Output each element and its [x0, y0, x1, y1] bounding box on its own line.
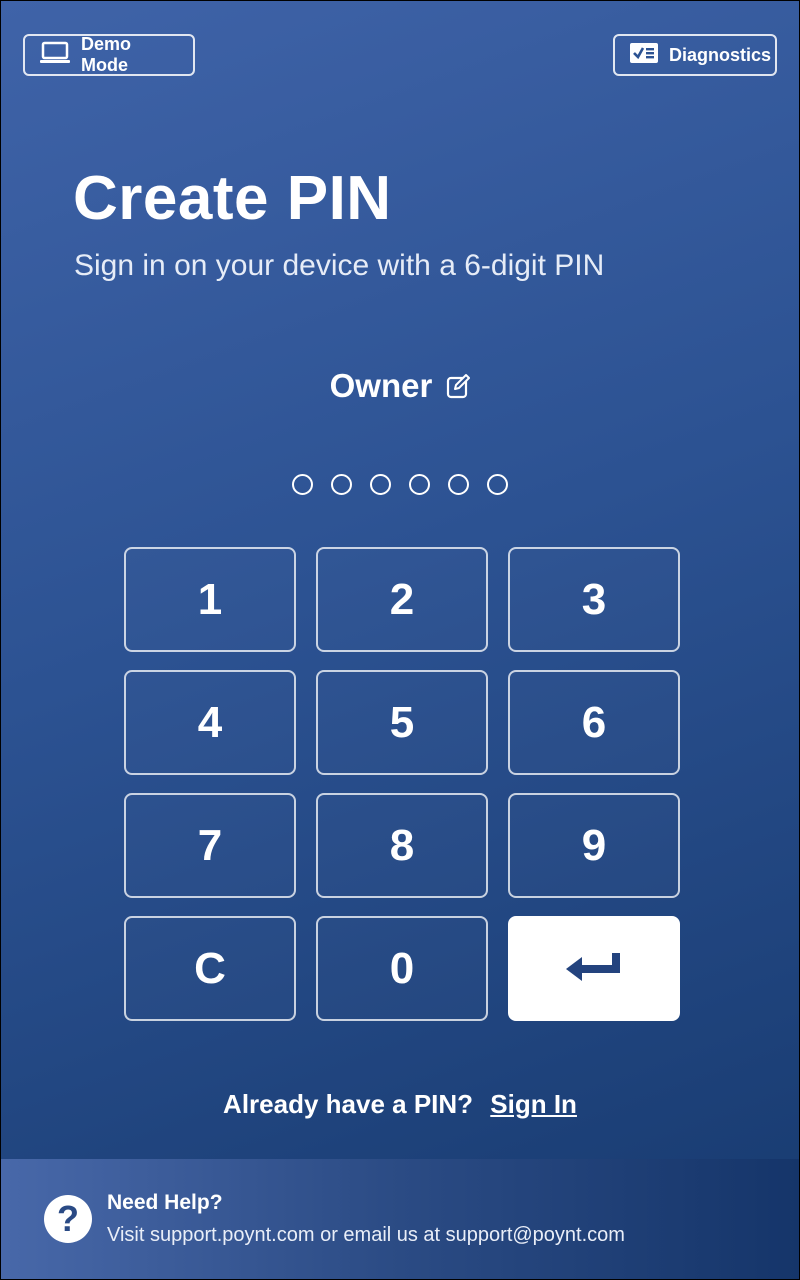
- key-3[interactable]: 3: [508, 547, 680, 652]
- demo-mode-label: Demo Mode: [81, 34, 132, 75]
- help-footer: ? Need Help? Visit support.poynt.com or …: [1, 1159, 799, 1279]
- question-icon: ?: [44, 1195, 92, 1243]
- key-6[interactable]: 6: [508, 670, 680, 775]
- diagnostics-label: Diagnostics: [669, 44, 772, 65]
- checklist-icon: [629, 42, 659, 69]
- page-title: Create PIN: [73, 164, 392, 233]
- enter-button[interactable]: [508, 916, 680, 1021]
- user-row: Owner: [1, 367, 799, 405]
- key-8[interactable]: 8: [316, 793, 488, 898]
- page-subtitle: Sign in on your device with a 6-digit PI…: [74, 249, 605, 282]
- pin-indicator: [1, 474, 799, 495]
- key-9[interactable]: 9: [508, 793, 680, 898]
- laptop-icon: [39, 41, 71, 70]
- pin-dot: [448, 474, 469, 495]
- edit-icon[interactable]: [446, 373, 471, 399]
- key-clear[interactable]: C: [124, 916, 296, 1021]
- enter-icon: [562, 949, 626, 989]
- signin-row: Already have a PIN? Sign In: [1, 1089, 799, 1120]
- keypad: 1 2 3 4 5 6 7 8 9 C 0: [124, 547, 680, 1021]
- key-7[interactable]: 7: [124, 793, 296, 898]
- sign-in-link[interactable]: Sign In: [490, 1089, 577, 1119]
- key-0[interactable]: 0: [316, 916, 488, 1021]
- pin-dot: [370, 474, 391, 495]
- pin-dot: [331, 474, 352, 495]
- key-1[interactable]: 1: [124, 547, 296, 652]
- key-4[interactable]: 4: [124, 670, 296, 775]
- pin-dot: [409, 474, 430, 495]
- help-title: Need Help?: [107, 1191, 223, 1214]
- signin-prompt: Already have a PIN?: [223, 1089, 474, 1119]
- pin-dot: [487, 474, 508, 495]
- demo-mode-button[interactable]: Demo Mode: [23, 34, 195, 76]
- help-text: Visit support.poynt.com or email us at s…: [107, 1224, 625, 1246]
- pin-dot: [292, 474, 313, 495]
- create-pin-screen: Demo Mode Diagnostics Create PIN Sign in…: [0, 0, 800, 1280]
- key-5[interactable]: 5: [316, 670, 488, 775]
- diagnostics-button[interactable]: Diagnostics: [613, 34, 777, 76]
- user-name: Owner: [329, 367, 433, 404]
- key-2[interactable]: 2: [316, 547, 488, 652]
